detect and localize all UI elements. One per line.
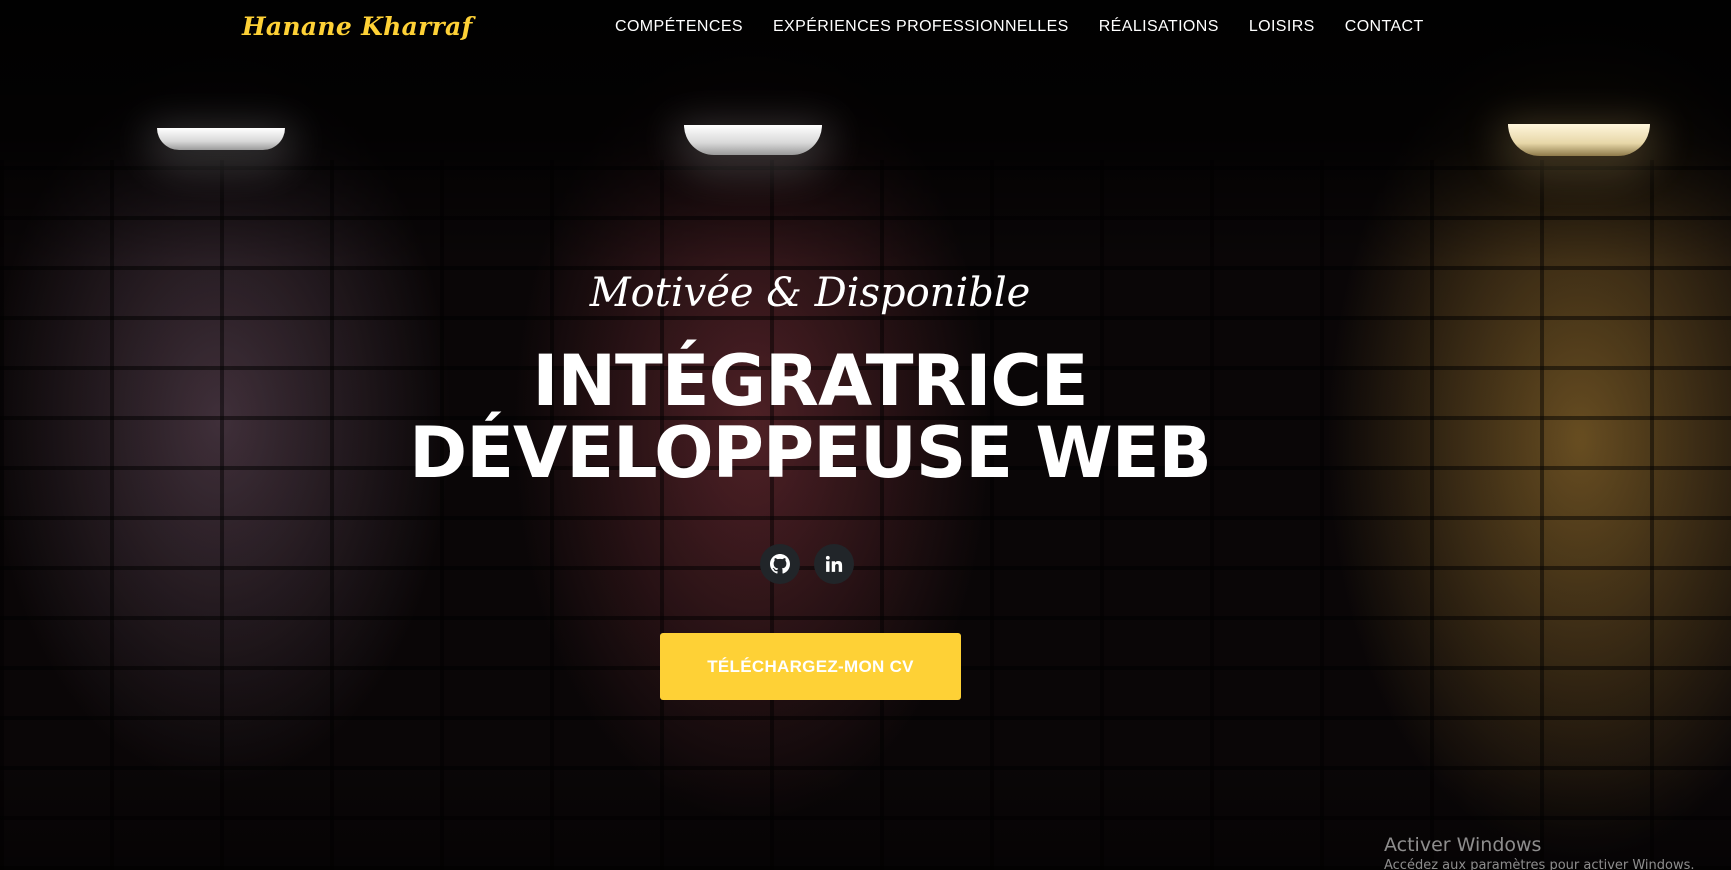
watermark-line2: Accédez aux paramètres pour activer Wind… [1384,858,1695,870]
nav-item-loisirs[interactable]: LOISIRS [1234,18,1330,36]
hero-title-line2: DÉVELOPPEUSE WEB [409,412,1212,494]
hero-subtitle: Motivée & Disponible [589,270,1031,316]
nav-item-contact[interactable]: CONTACT [1330,18,1439,36]
lamp-left [157,128,285,150]
page: Hanane Kharraf COMPÉTENCES EXPÉRIENCES P… [0,0,1731,870]
brand-logo[interactable]: Hanane Kharraf [242,12,473,41]
github-link[interactable] [760,544,800,584]
social-links [760,544,854,584]
lamp-right [1508,124,1650,156]
github-icon [770,554,790,574]
windows-activation-watermark: Activer Windows Accédez aux paramètres p… [1384,834,1695,870]
linkedin-link[interactable] [814,544,854,584]
hero-title-line1: INTÉGRATRICE [532,340,1088,422]
linkedin-icon [825,555,843,573]
download-cv-button[interactable]: TÉLÉCHARGEZ-MON CV [660,633,961,700]
lamp-center [684,125,822,155]
nav-item-realisations[interactable]: RÉALISATIONS [1084,18,1234,36]
nav-links: COMPÉTENCES EXPÉRIENCES PROFESSIONNELLES… [600,18,1439,36]
nav-item-experiences[interactable]: EXPÉRIENCES PROFESSIONNELLES [758,18,1084,36]
top-navbar: Hanane Kharraf COMPÉTENCES EXPÉRIENCES P… [0,0,1731,56]
watermark-line1: Activer Windows [1384,834,1542,856]
nav-item-competences[interactable]: COMPÉTENCES [600,18,758,36]
